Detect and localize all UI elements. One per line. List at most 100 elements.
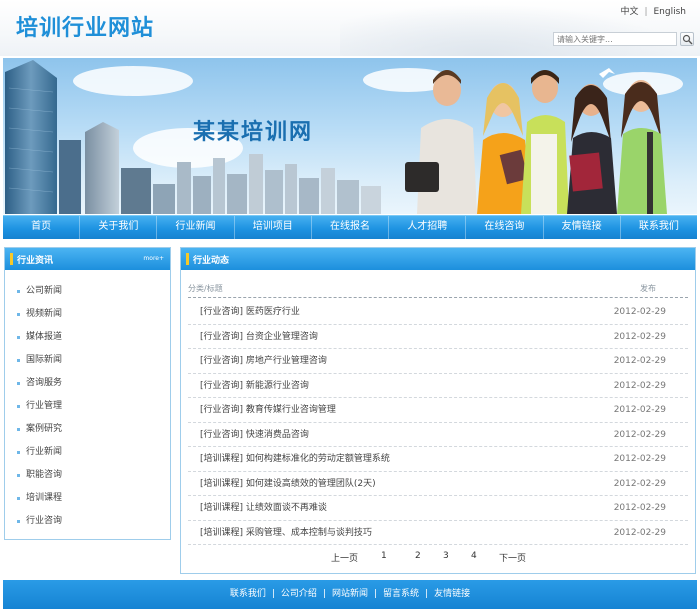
page-2-link[interactable]: 2 xyxy=(415,551,421,561)
nav-item-contact[interactable]: 联系我们 xyxy=(621,216,697,239)
next-page-button[interactable]: 下一页 xyxy=(499,551,526,564)
news-date: 2012-02-29 xyxy=(613,527,666,538)
news-title[interactable]: [培训课程] 采购管理、成本控制与谈判技巧 xyxy=(200,521,372,545)
header-accent-bar xyxy=(10,253,13,265)
bullet-icon xyxy=(17,359,20,362)
site-header: 培训行业网站 中文 | English xyxy=(0,0,700,56)
news-date: 2012-02-29 xyxy=(613,356,666,366)
news-row[interactable]: [培训课程] 采购管理、成本控制与谈判技巧 2012-02-29 xyxy=(188,521,688,545)
hero-banner: 某某培训网 xyxy=(3,58,697,214)
main-nav: 首页 关于我们 行业新闻 培训项目 在线报名 人才招聘 在线咨询 友情链接 联系… xyxy=(3,215,697,239)
news-title[interactable]: [行业咨询] 教育传媒行业咨询管理 xyxy=(200,398,336,422)
news-row[interactable]: [行业咨询] 教育传媒行业咨询管理 2012-02-29 xyxy=(188,398,688,423)
page-1-link[interactable]: 1 xyxy=(381,551,387,561)
nav-item-friend-links[interactable]: 友情链接 xyxy=(544,216,621,239)
page-3-link[interactable]: 3 xyxy=(443,551,449,561)
bullet-icon xyxy=(17,520,20,523)
main-title: 行业动态 xyxy=(193,256,230,266)
bullet-icon xyxy=(17,290,20,293)
language-switcher: 中文 | English xyxy=(620,4,686,17)
sidebar-item-media-reports[interactable]: 媒体报道 xyxy=(5,326,170,349)
footer-separator: | xyxy=(271,589,275,599)
news-title[interactable]: [行业咨询] 快速消费品咨询 xyxy=(200,423,309,447)
news-date: 2012-02-29 xyxy=(613,380,666,391)
footer-separator: | xyxy=(374,589,378,599)
news-list: [行业咨询] 医药医疗行业 2012-02-29 [行业咨询] 台资企业管理咨询 2… xyxy=(188,300,688,545)
lang-chinese-link[interactable]: 中文 xyxy=(620,4,638,17)
column-category-title: 分类/标题 xyxy=(188,284,223,293)
news-date: 2012-02-29 xyxy=(613,478,666,489)
main-panel: 行业动态 分类/标题 发布 [行业咨询] 医药医疗行业 2012-02-29 [行… xyxy=(180,247,696,574)
footer-link-guestbook[interactable]: 留言系统 xyxy=(383,589,419,599)
site-footer: 联系我们 | 公司介绍 | 网站新闻 | 留言系统 | 友情链接 xyxy=(3,580,697,609)
footer-link-news[interactable]: 网站新闻 xyxy=(332,589,368,599)
bullet-icon xyxy=(17,382,20,385)
search-button[interactable] xyxy=(680,32,694,46)
footer-separator: | xyxy=(322,589,326,599)
bullet-icon xyxy=(17,428,20,431)
news-row[interactable]: [行业咨询] 快速消费品咨询 2012-02-29 xyxy=(188,423,688,447)
footer-link-contact[interactable]: 联系我们 xyxy=(230,589,266,599)
nav-item-home[interactable]: 首页 xyxy=(3,216,81,239)
news-title[interactable]: [行业咨询] 房地产行业管理咨询 xyxy=(200,349,327,373)
sidebar-item-case-studies[interactable]: 案例研究 xyxy=(5,418,170,441)
sidebar-item-industry-consulting[interactable]: 行业咨询 xyxy=(5,510,170,533)
sidebar-item-video-news[interactable]: 视频新闻 xyxy=(5,303,170,326)
bullet-icon xyxy=(17,313,20,316)
news-date: 2012-02-29 xyxy=(613,307,666,317)
news-title[interactable]: [培训课程] 让绩效面谈不再难谈 xyxy=(200,496,327,520)
bullet-icon xyxy=(17,336,20,339)
site-title[interactable]: 培训行业网站 xyxy=(16,10,154,42)
prev-page-button[interactable]: 上一页 xyxy=(331,551,358,564)
bullet-icon xyxy=(17,497,20,500)
header-accent-bar xyxy=(186,253,189,265)
sidebar-item-industry-management[interactable]: 行业管理 xyxy=(5,395,170,418)
banner-title: 某某培训网 xyxy=(193,120,314,145)
news-title[interactable]: [培训课程] 如何建设高绩效的管理团队(2天) xyxy=(200,472,376,496)
sidebar-title: 行业资讯 xyxy=(17,256,54,266)
news-date: 2012-02-29 xyxy=(613,405,666,415)
footer-separator: | xyxy=(425,589,429,599)
news-title[interactable]: [行业咨询] 新能源行业咨询 xyxy=(200,374,309,398)
news-row[interactable]: [行业咨询] 医药医疗行业 2012-02-29 xyxy=(188,300,688,325)
more-link[interactable]: more+ xyxy=(143,255,164,262)
column-date: 发布 xyxy=(640,284,656,293)
search-icon xyxy=(682,34,693,45)
news-date: 2012-02-29 xyxy=(613,454,666,464)
news-row[interactable]: [培训课程] 让绩效面谈不再难谈 2012-02-29 xyxy=(188,496,688,521)
main-header: 行业动态 xyxy=(181,248,695,270)
nav-item-about[interactable]: 关于我们 xyxy=(80,216,158,239)
search-input[interactable] xyxy=(553,32,677,46)
news-date: 2012-02-29 xyxy=(613,331,666,342)
news-title[interactable]: [行业咨询] 台资企业管理咨询 xyxy=(200,325,318,349)
nav-item-industry-news[interactable]: 行业新闻 xyxy=(157,216,235,239)
footer-link-friend-links[interactable]: 友情链接 xyxy=(434,589,470,599)
news-date: 2012-02-29 xyxy=(613,503,666,513)
sidebar-item-training-courses[interactable]: 培训课程 xyxy=(5,487,170,510)
sidebar-item-industry-news[interactable]: 行业新闻 xyxy=(5,441,170,464)
news-row[interactable]: [培训课程] 如何构建标准化的劳动定额管理系统 2012-02-29 xyxy=(188,447,688,472)
sidebar-item-company-news[interactable]: 公司新闻 xyxy=(5,280,170,303)
sidebar-header: 行业资讯 more+ xyxy=(5,248,170,270)
nav-item-jobs[interactable]: 人才招聘 xyxy=(389,216,467,239)
sidebar-list: 公司新闻 视频新闻 媒体报道 国际新闻 咨询服务 行业管理 案例研究 行业新闻 … xyxy=(5,270,170,533)
news-row[interactable]: [行业咨询] 房地产行业管理咨询 2012-02-29 xyxy=(188,349,688,374)
sidebar-item-functional-consulting[interactable]: 职能咨询 xyxy=(5,464,170,487)
nav-item-training-projects[interactable]: 培训项目 xyxy=(235,216,312,239)
lang-english-link[interactable]: English xyxy=(654,7,687,17)
bullet-icon xyxy=(17,451,20,454)
lang-separator: | xyxy=(644,7,648,17)
sidebar-item-consulting-services[interactable]: 咨询服务 xyxy=(5,372,170,395)
page-4-link[interactable]: 4 xyxy=(471,551,477,561)
nav-item-online-signup[interactable]: 在线报名 xyxy=(312,216,390,239)
sidebar-item-international-news[interactable]: 国际新闻 xyxy=(5,349,170,372)
news-column-header: 分类/标题 发布 xyxy=(188,282,688,298)
nav-item-online-consult[interactable]: 在线咨询 xyxy=(466,216,544,239)
news-title[interactable]: [培训课程] 如何构建标准化的劳动定额管理系统 xyxy=(200,447,390,471)
bullet-icon xyxy=(17,405,20,408)
news-row[interactable]: [行业咨询] 台资企业管理咨询 2012-02-29 xyxy=(188,325,688,349)
news-row[interactable]: [行业咨询] 新能源行业咨询 2012-02-29 xyxy=(188,374,688,398)
news-row[interactable]: [培训课程] 如何建设高绩效的管理团队(2天) 2012-02-29 xyxy=(188,472,688,496)
news-title[interactable]: [行业咨询] 医药医疗行业 xyxy=(200,300,300,324)
footer-link-about[interactable]: 公司介绍 xyxy=(281,589,317,599)
